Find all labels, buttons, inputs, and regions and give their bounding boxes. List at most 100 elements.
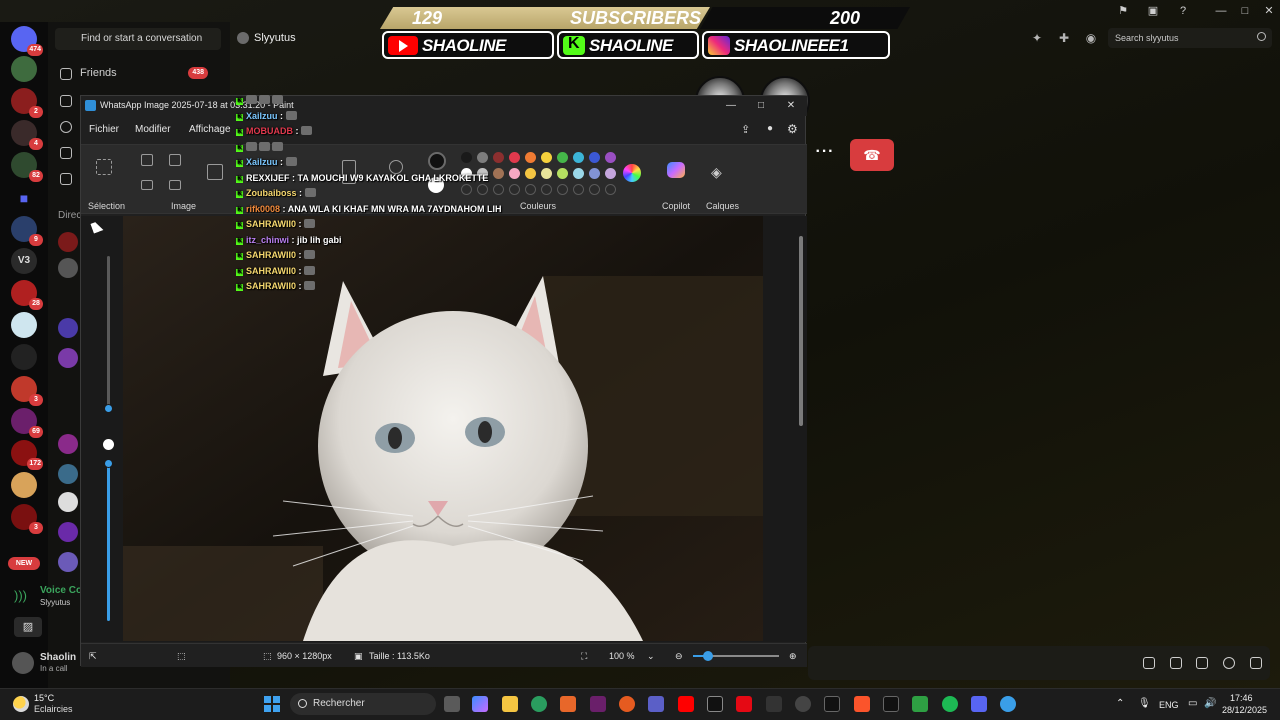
dm-avatar[interactable]	[58, 552, 78, 572]
network-icon[interactable]: ▭	[1188, 698, 1197, 709]
app-icon[interactable]	[766, 696, 782, 712]
pin-icon[interactable]: ✦	[1030, 31, 1044, 45]
discord-home-icon[interactable]: 474	[11, 26, 43, 56]
dm-avatar[interactable]	[58, 232, 78, 252]
app-icon[interactable]	[590, 696, 606, 712]
zoom-out-icon[interactable]: ⊖	[675, 651, 683, 662]
opacity-slider-knob[interactable]	[104, 459, 113, 468]
dm-avatar[interactable]	[58, 464, 78, 484]
rotate-icon[interactable]	[169, 180, 181, 190]
input-language[interactable]: ENG	[1159, 700, 1179, 710]
palette-color-swatch[interactable]	[541, 152, 552, 163]
share-icon[interactable]: ⇪	[741, 123, 750, 136]
copilot-icon[interactable]	[667, 162, 685, 178]
palette-color-swatch[interactable]	[573, 168, 584, 179]
inbox-icon[interactable]: ⚑	[1116, 4, 1130, 18]
vertical-scrollbar[interactable]	[799, 236, 803, 426]
microphone-icon[interactable]: 🎙	[1138, 698, 1151, 709]
clock-date[interactable]: 28/12/2025	[1222, 705, 1267, 715]
emoji-icon[interactable]	[1223, 657, 1235, 669]
guild-icon[interactable]: 172	[11, 440, 43, 470]
custom-color-slot[interactable]	[509, 184, 520, 195]
minimize-button[interactable]: —	[1214, 4, 1228, 18]
clock-time[interactable]: 17:46	[1230, 693, 1253, 703]
palette-color-swatch[interactable]	[589, 168, 600, 179]
palette-color-swatch[interactable]	[493, 168, 504, 179]
teams-icon[interactable]	[648, 696, 664, 712]
copilot-taskbar-icon[interactable]	[472, 696, 488, 712]
zoom-slider-knob[interactable]	[703, 651, 713, 661]
size-slider-track[interactable]	[107, 256, 110, 406]
custom-color-slot[interactable]	[605, 184, 616, 195]
palette-color-swatch[interactable]	[525, 168, 536, 179]
gif-icon[interactable]	[1170, 657, 1182, 669]
chevron-down-icon[interactable]: ⌄	[647, 651, 655, 662]
palette-color-swatch[interactable]	[477, 152, 488, 163]
menu-file[interactable]: Fichier	[89, 124, 119, 135]
guild-icon[interactable]	[11, 56, 37, 82]
volume-icon[interactable]: 🔊	[1204, 698, 1216, 709]
primary-color[interactable]	[428, 152, 446, 170]
palette-color-swatch[interactable]	[605, 168, 616, 179]
dm-avatar[interactable]	[58, 258, 78, 278]
paint-close-button[interactable]: ✕	[781, 98, 801, 114]
user-avatar[interactable]	[12, 652, 34, 674]
guild-icon[interactable]: 2	[11, 88, 43, 118]
guild-v3[interactable]: V3	[11, 248, 37, 274]
background-removal-icon[interactable]	[207, 164, 223, 180]
guild-icon[interactable]	[11, 344, 37, 370]
guild-icon[interactable]: 4	[11, 120, 43, 150]
guild-icon[interactable]: 3	[11, 376, 43, 406]
guild-icon[interactable]: 82	[11, 152, 43, 182]
paint-titlebar[interactable]: WhatsApp Image 2025-07-18 at 03.31.20 - …	[81, 96, 807, 116]
apps-icon[interactable]	[1250, 657, 1262, 669]
app-icon[interactable]	[883, 696, 899, 712]
app-icon[interactable]	[824, 696, 840, 712]
start-button[interactable]	[264, 696, 280, 712]
netflix-icon[interactable]	[736, 696, 752, 712]
menu-edit[interactable]: Modifier	[135, 124, 171, 135]
custom-color-slot[interactable]	[477, 184, 488, 195]
custom-color-slot[interactable]	[557, 184, 568, 195]
tray-overflow-icon[interactable]: ⌃	[1116, 698, 1124, 709]
spotify-icon[interactable]	[942, 696, 958, 712]
sticker-icon[interactable]	[1196, 657, 1208, 669]
dm-avatar[interactable]	[58, 492, 78, 512]
zoom-select[interactable]: 100 %	[609, 651, 635, 661]
palette-color-swatch[interactable]	[605, 152, 616, 163]
discord-taskbar-icon[interactable]	[971, 696, 987, 712]
image-tool-icon[interactable]	[141, 180, 153, 190]
close-button[interactable]: ✕	[1262, 4, 1276, 18]
settings-icon[interactable]: ⚙	[787, 122, 798, 136]
guild-icon[interactable]	[11, 312, 37, 338]
dm-avatar[interactable]	[58, 318, 78, 338]
opacity-slider-track[interactable]	[107, 461, 110, 621]
crop-icon[interactable]	[141, 154, 153, 166]
custom-color-slot[interactable]	[461, 184, 472, 195]
file-explorer-icon[interactable]	[502, 696, 518, 712]
account-icon[interactable]: ●	[767, 123, 773, 134]
guild-icon[interactable]: 3	[11, 504, 43, 534]
maximize-button[interactable]: □	[1238, 4, 1252, 18]
custom-color-slot[interactable]	[573, 184, 584, 195]
custom-color-slot[interactable]	[589, 184, 600, 195]
palette-color-swatch[interactable]	[509, 168, 520, 179]
dm-avatar[interactable]	[58, 348, 78, 368]
palette-color-swatch[interactable]	[493, 152, 504, 163]
quests-icon[interactable]	[60, 173, 72, 185]
paint-maximize-button[interactable]: □	[751, 98, 771, 114]
app-icon[interactable]	[560, 696, 576, 712]
app-icon[interactable]	[795, 696, 811, 712]
palette-color-swatch[interactable]	[589, 152, 600, 163]
dm-avatar[interactable]	[58, 434, 78, 454]
custom-color-slot[interactable]	[525, 184, 536, 195]
palette-color-swatch[interactable]	[461, 152, 472, 163]
edit-colors-icon[interactable]	[623, 164, 641, 182]
palette-color-swatch[interactable]	[509, 152, 520, 163]
palette-color-swatch[interactable]	[541, 168, 552, 179]
camera-off-icon[interactable]: ▨	[14, 617, 42, 637]
mail-icon[interactable]	[60, 95, 72, 107]
palette-color-swatch[interactable]	[557, 168, 568, 179]
guild-icon[interactable]: 69	[11, 408, 43, 438]
brave-icon[interactable]	[619, 696, 635, 712]
